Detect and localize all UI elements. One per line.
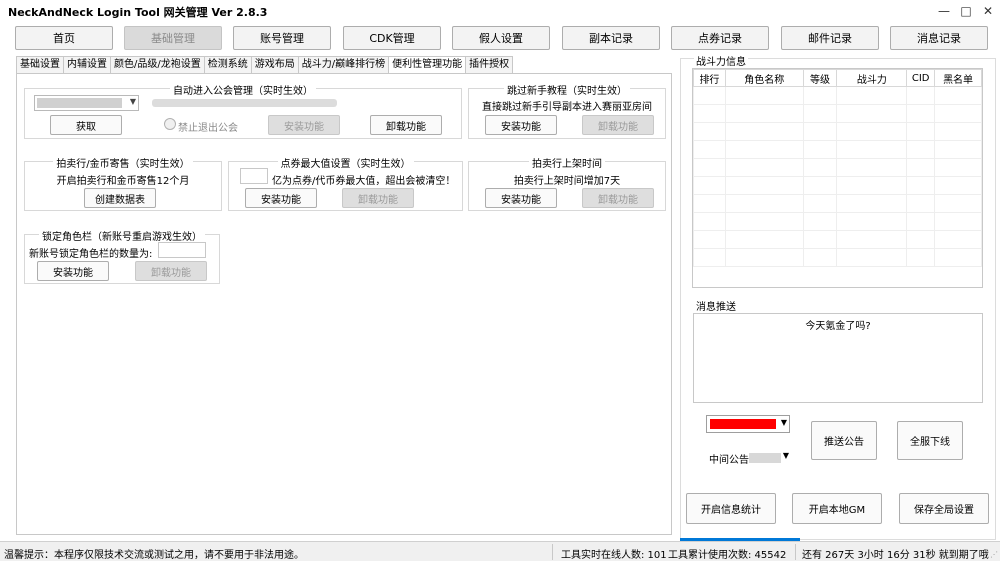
char-slot-description: 新账号锁定角色栏的数量为:	[29, 249, 153, 260]
save-settings-button[interactable]: 保存全局设置	[899, 493, 989, 524]
home-button[interactable]: 首页	[15, 26, 113, 50]
forbid-leave-label: 禁止退出公会	[178, 123, 238, 134]
coupon-description: 亿为点券/代币券最大值，超出会被清空！	[272, 176, 456, 187]
col-cid[interactable]: CID	[906, 69, 936, 87]
table-row	[693, 212, 982, 231]
coupon-uninstall-button[interactable]: 卸载功能	[342, 188, 414, 208]
coupon-install-button[interactable]: 安装功能	[245, 188, 317, 208]
mail-record-button[interactable]: 邮件记录	[781, 26, 879, 50]
kick-all-button[interactable]: 全服下线	[897, 421, 963, 460]
guild-uninstall-button[interactable]: 卸载功能	[370, 115, 442, 135]
message-textarea[interactable]: 今天氪金了吗?	[693, 313, 983, 403]
col-level[interactable]: 等级	[802, 69, 838, 87]
auction-time-install-button[interactable]: 安装功能	[485, 188, 557, 208]
stats-button[interactable]: 开启信息统计	[686, 493, 776, 524]
status-online: 工具实时在线人数: 101	[561, 550, 667, 561]
auction-group-title: 拍卖行/金币寄售（实时生效）	[53, 159, 193, 170]
window-title: NeckAndNeck Login Tool 网关管理 Ver 2.8.3	[8, 6, 268, 19]
basic-management-button[interactable]: 基础管理	[124, 26, 222, 50]
tab-detection[interactable]: 检测系统	[203, 56, 252, 74]
table-row	[693, 248, 982, 267]
table-row	[693, 176, 982, 195]
get-guild-button[interactable]: 获取	[50, 115, 122, 135]
tab-layout[interactable]: 游戏布局	[250, 56, 299, 74]
char-slot-input[interactable]	[158, 242, 206, 258]
auction-description: 开启拍卖行和金币寄售12个月	[56, 176, 190, 187]
tutorial-uninstall-button[interactable]: 卸载功能	[582, 115, 654, 135]
tutorial-group-title: 跳过新手教程（实时生效）	[504, 86, 630, 97]
status-remaining: 还有 267天 3小时 16分 31秒 就到期了哦	[802, 550, 989, 561]
char-slot-install-button[interactable]: 安装功能	[37, 261, 109, 281]
table-row	[693, 104, 982, 123]
title-bar: NeckAndNeck Login Tool 网关管理 Ver 2.8.3 — …	[0, 0, 1000, 22]
cdk-management-button[interactable]: CDK管理	[343, 26, 441, 50]
auction-time-uninstall-button[interactable]: 卸载功能	[582, 188, 654, 208]
message-record-button[interactable]: 消息记录	[890, 26, 988, 50]
chevron-down-icon: ▼	[782, 451, 789, 460]
notice-type-value: 中间公告	[709, 455, 749, 466]
col-name[interactable]: 角色名称	[724, 69, 804, 87]
fake-player-button[interactable]: 假人设置	[452, 26, 550, 50]
char-slot-uninstall-button[interactable]: 卸载功能	[135, 261, 207, 281]
notice-type-select[interactable]: 中间公告 ▼	[707, 450, 791, 466]
points-record-button[interactable]: 点券记录	[671, 26, 769, 50]
tab-plugin-auth[interactable]: 插件授权	[465, 56, 514, 74]
tab-color[interactable]: 颜色/品级/龙袍设置	[110, 56, 205, 74]
dungeon-record-button[interactable]: 副本记录	[562, 26, 660, 50]
tutorial-description: 直接跳过新手引导副本进入赛丽亚房间	[482, 102, 652, 113]
col-rank[interactable]: 排行	[693, 69, 726, 87]
table-row	[693, 158, 982, 177]
chevron-down-icon: ▼	[129, 97, 136, 106]
tab-content-panel	[16, 73, 672, 535]
close-icon[interactable]: ✕	[978, 3, 998, 19]
table-header-row: 排行 角色名称 等级 战斗力 CID 黑名单	[693, 69, 982, 87]
power-info-title: 战斗力信息	[694, 53, 748, 68]
blurred-guild-info	[152, 99, 337, 107]
resize-grip-icon[interactable]: ⋰	[990, 550, 998, 559]
minimize-icon[interactable]: —	[934, 3, 954, 19]
coupon-max-input[interactable]	[240, 168, 268, 184]
settings-tabs: 基础设置 内辅设置 颜色/品级/龙袍设置 检测系统 游戏布局 战斗力/巅峰排行榜…	[16, 56, 514, 75]
table-row	[693, 194, 982, 213]
auction-time-group-title: 拍卖行上架时间	[529, 159, 605, 170]
status-bar: 温馨提示：本程序仅限技术交流或测试之用，请不要用于非法用途。 工具实时在线人数:…	[0, 541, 1000, 561]
col-blacklist[interactable]: 黑名单	[934, 69, 982, 87]
table-row	[693, 140, 982, 159]
table-row	[693, 122, 982, 141]
power-info-table: 排行 角色名称 等级 战斗力 CID 黑名单	[693, 69, 982, 267]
forbid-leave-radio[interactable]	[164, 118, 176, 130]
tab-basic[interactable]: 基础设置	[16, 56, 64, 74]
guild-install-button[interactable]: 安装功能	[268, 115, 340, 135]
status-notice: 温馨提示：本程序仅限技术交流或测试之用，请不要用于非法用途。	[4, 550, 304, 561]
table-row	[693, 86, 982, 105]
tab-ranking[interactable]: 战斗力/巅峰排行榜	[297, 56, 390, 74]
account-management-button[interactable]: 账号管理	[233, 26, 331, 50]
guild-group-title: 自动进入公会管理（实时生效）	[170, 86, 316, 97]
message-content: 今天氪金了吗?	[805, 321, 871, 332]
guild-select[interactable]: ▼	[34, 95, 139, 111]
col-power[interactable]: 战斗力	[836, 69, 908, 87]
push-notice-button[interactable]: 推送公告	[811, 421, 877, 460]
color-select[interactable]: ▼	[706, 415, 790, 433]
tab-aux[interactable]: 内辅设置	[63, 56, 111, 74]
message-push-title: 消息推送	[694, 298, 738, 313]
status-usage: 工具累计使用次数: 45542	[668, 550, 787, 561]
create-table-button[interactable]: 创建数据表	[84, 188, 156, 208]
table-row	[693, 230, 982, 249]
chevron-down-icon: ▼	[780, 418, 787, 427]
maximize-icon[interactable]: □	[956, 3, 976, 19]
tutorial-install-button[interactable]: 安装功能	[485, 115, 557, 135]
color-swatch	[710, 419, 776, 429]
local-gm-button[interactable]: 开启本地GM	[792, 493, 882, 524]
coupon-group-title: 点券最大值设置（实时生效）	[277, 159, 414, 170]
auction-time-description: 拍卖行上架时间增加7天	[513, 176, 621, 187]
